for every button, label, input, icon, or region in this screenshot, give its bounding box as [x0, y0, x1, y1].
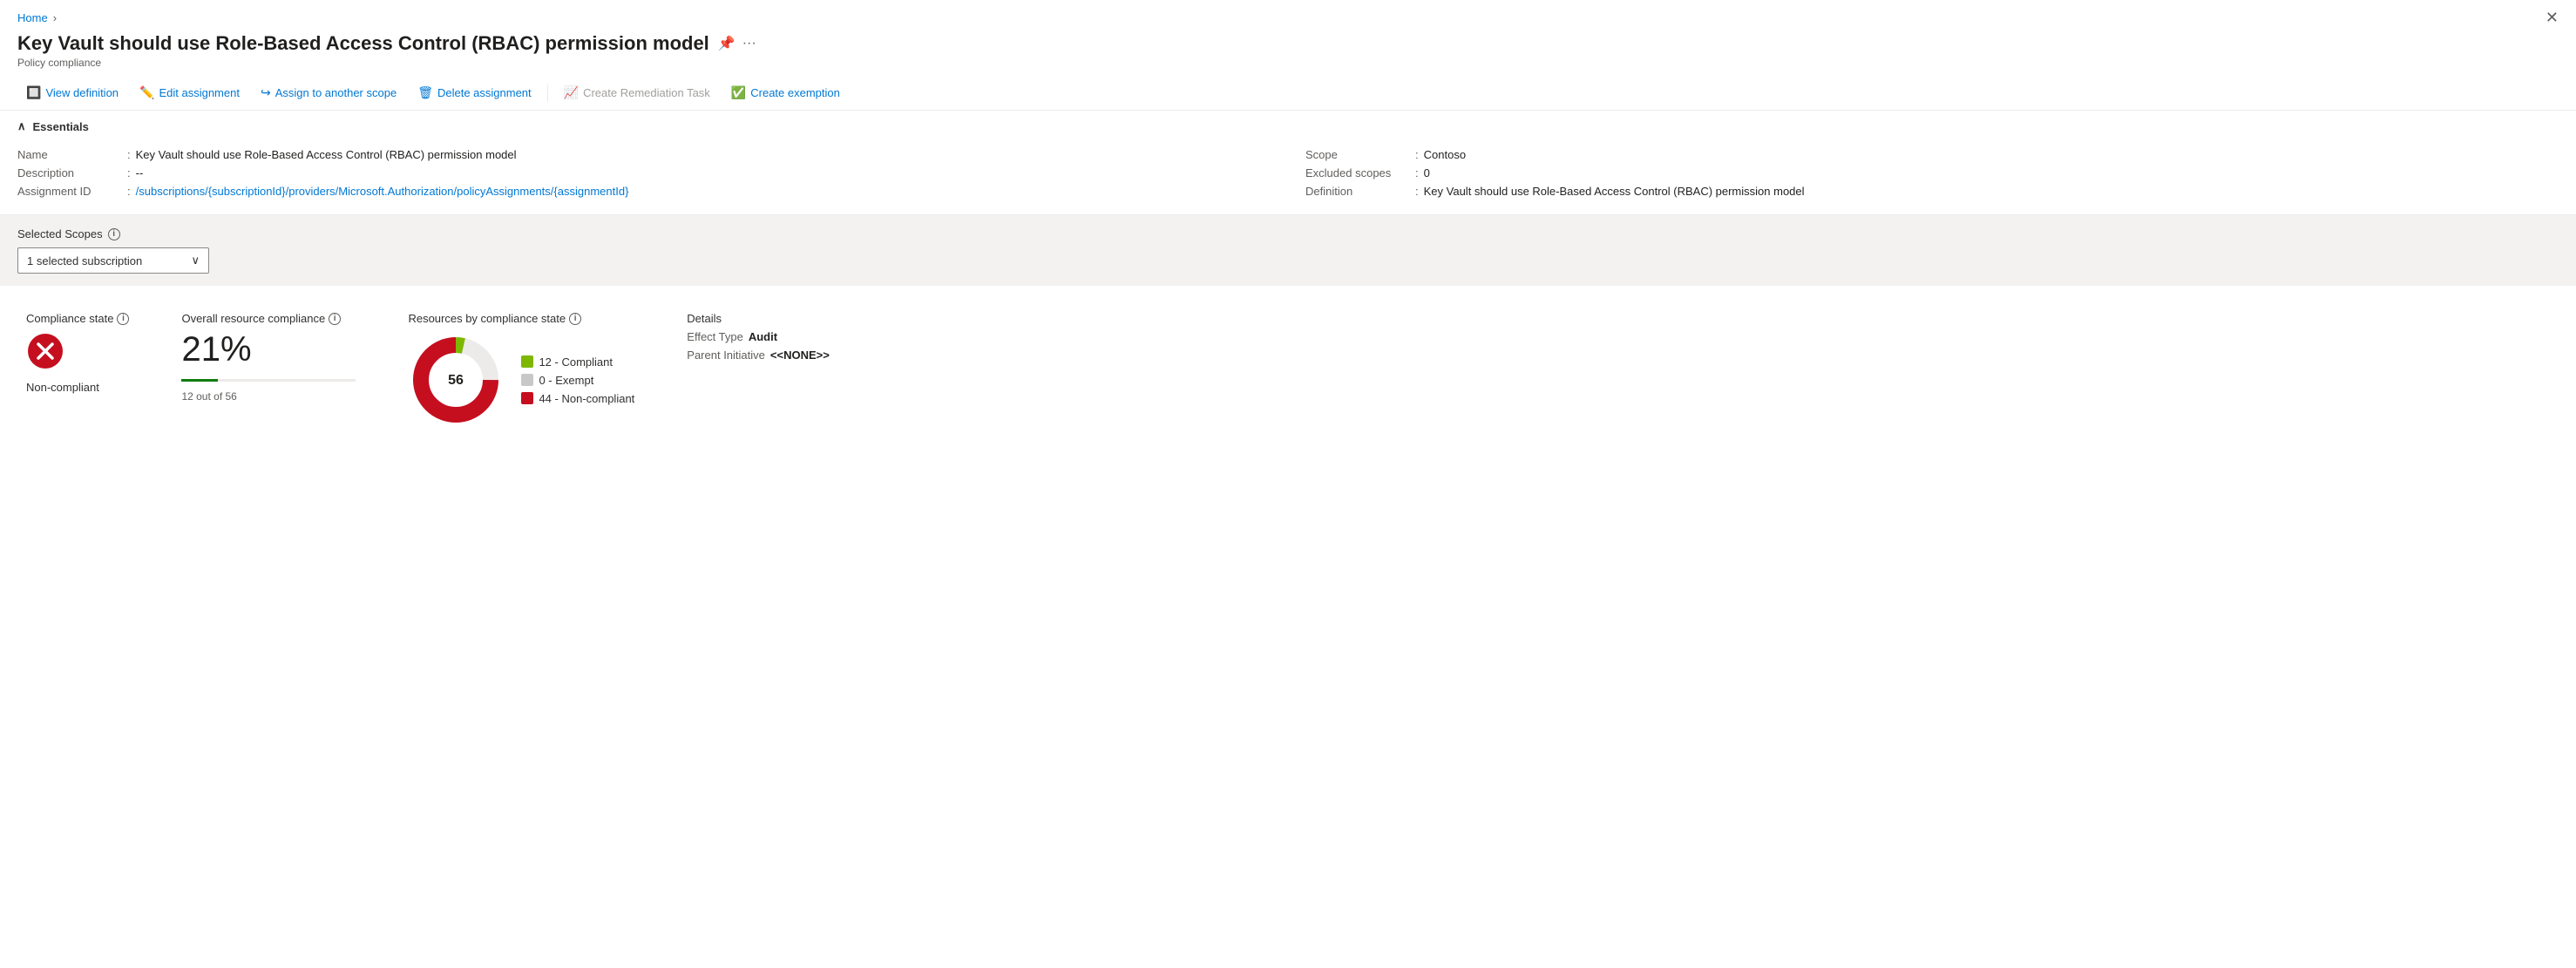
legend-exempt: 0 - Exempt	[521, 374, 634, 387]
field-excluded-scopes: Excluded scopes : 0	[1305, 164, 2559, 182]
breadcrumb-home[interactable]: Home	[17, 11, 48, 24]
edit-assignment-label: Edit assignment	[159, 86, 240, 99]
create-exemption-button[interactable]: ✅ Create exemption	[722, 81, 849, 105]
remediation-icon: 📈	[564, 85, 579, 100]
create-exemption-label: Create exemption	[750, 86, 840, 99]
chevron-down-icon: ∨	[191, 254, 200, 267]
overall-compliance-info-icon: i	[329, 313, 341, 325]
edit-assignment-icon: ✏️	[139, 85, 154, 100]
compliance-status-text: Non-compliant	[26, 381, 129, 394]
delete-assignment-label: Delete assignment	[437, 86, 532, 99]
scope-label: Selected Scopes i	[17, 227, 2559, 240]
toolbar-separator	[547, 85, 548, 102]
assign-scope-icon: ↪	[261, 85, 271, 100]
page-title-row: Key Vault should use Role-Based Access C…	[17, 32, 2559, 55]
overall-compliance-percentage: 21%	[181, 332, 356, 367]
resources-chart-label: Resources by compliance state i	[408, 312, 634, 325]
noncompliant-dot	[521, 392, 533, 404]
essentials-right: Scope : Contoso Excluded scopes : 0 Defi…	[1305, 146, 2559, 200]
exemption-icon: ✅	[731, 85, 746, 100]
overall-compliance-label: Overall resource compliance i	[181, 312, 356, 325]
create-remediation-label: Create Remediation Task	[583, 86, 710, 99]
details-label: Details	[687, 312, 830, 325]
details-block: Details Effect Type Audit Parent Initiat…	[687, 312, 830, 362]
view-definition-icon: 🔲	[26, 85, 41, 100]
scope-section: Selected Scopes i 1 selected subscriptio…	[0, 215, 2576, 286]
essentials-title: Essentials	[33, 120, 89, 133]
scope-info-icon: i	[108, 228, 120, 240]
field-definition: Definition : Key Vault should use Role-B…	[1305, 182, 2559, 200]
essentials-header[interactable]: ∧ Essentials	[0, 111, 2576, 142]
legend-compliant: 12 - Compliant	[521, 355, 634, 369]
essentials-chevron: ∧	[17, 119, 26, 133]
field-name: Name : Key Vault should use Role-Based A…	[17, 146, 1271, 164]
compliant-dot	[521, 355, 533, 368]
top-bar: Home › ✕	[0, 0, 2576, 30]
donut-chart: 56	[408, 332, 504, 428]
svg-text:56: 56	[449, 373, 464, 388]
resources-chart-info-icon: i	[569, 313, 581, 325]
scope-dropdown[interactable]: 1 selected subscription ∨	[17, 247, 209, 274]
essentials-section: ∧ Essentials Name : Key Vault should use…	[0, 111, 2576, 215]
close-button[interactable]: ✕	[2545, 9, 2559, 27]
edit-assignment-button[interactable]: ✏️ Edit assignment	[131, 81, 248, 105]
field-scope: Scope : Contoso	[1305, 146, 2559, 164]
field-assignment-id: Assignment ID : /subscriptions/{subscrip…	[17, 182, 1271, 200]
resources-chart-block: Resources by compliance state i 56	[408, 312, 634, 428]
exempt-dot	[521, 374, 533, 386]
delete-assignment-button[interactable]: 🗑 Delete assignment	[409, 81, 539, 105]
overall-compliance-block: Overall resource compliance i 21% 12 out…	[181, 312, 356, 403]
breadcrumb-sep: ›	[53, 11, 57, 24]
compliance-progress-fill	[181, 379, 218, 382]
page-header: Key Vault should use Role-Based Access C…	[0, 30, 2576, 76]
donut-block: 56 12 - Compliant 0 - Exempt 44 - Non-co…	[408, 332, 634, 428]
essentials-body: Name : Key Vault should use Role-Based A…	[0, 142, 2576, 214]
compliance-state-info-icon: i	[117, 313, 129, 325]
overall-compliance-detail: 12 out of 56	[181, 390, 356, 403]
assign-scope-label: Assign to another scope	[275, 86, 397, 99]
view-definition-label: View definition	[45, 86, 119, 99]
pin-button[interactable]: 📌	[718, 35, 736, 52]
field-description: Description : --	[17, 164, 1271, 182]
parent-initiative-row: Parent Initiative <<NONE>>	[687, 349, 830, 362]
effect-type-row: Effect Type Audit	[687, 330, 830, 343]
metrics-section: Compliance state i Non-compliant Overall…	[0, 286, 2576, 454]
non-compliant-icon	[26, 332, 64, 370]
page-title: Key Vault should use Role-Based Access C…	[17, 32, 709, 55]
compliance-state-label: Compliance state i	[26, 312, 129, 325]
compliance-state-block: Compliance state i Non-compliant	[26, 312, 129, 394]
delete-icon: 🗑	[417, 85, 433, 100]
page-title-icons: 📌 ···	[718, 35, 756, 52]
essentials-left: Name : Key Vault should use Role-Based A…	[17, 146, 1271, 200]
compliance-progress-bar	[181, 379, 356, 382]
toolbar: 🔲 View definition ✏️ Edit assignment ↪ A…	[0, 76, 2576, 111]
legend-noncompliant: 44 - Non-compliant	[521, 392, 634, 405]
create-remediation-button[interactable]: 📈 Create Remediation Task	[555, 81, 719, 105]
breadcrumb: Home ›	[17, 11, 57, 24]
page-subtitle: Policy compliance	[17, 57, 2559, 69]
donut-legend: 12 - Compliant 0 - Exempt 44 - Non-compl…	[521, 355, 634, 405]
view-definition-button[interactable]: 🔲 View definition	[17, 81, 127, 105]
more-button[interactable]: ···	[742, 36, 756, 51]
scope-dropdown-value: 1 selected subscription	[27, 254, 142, 267]
assign-scope-button[interactable]: ↪ Assign to another scope	[252, 81, 405, 105]
